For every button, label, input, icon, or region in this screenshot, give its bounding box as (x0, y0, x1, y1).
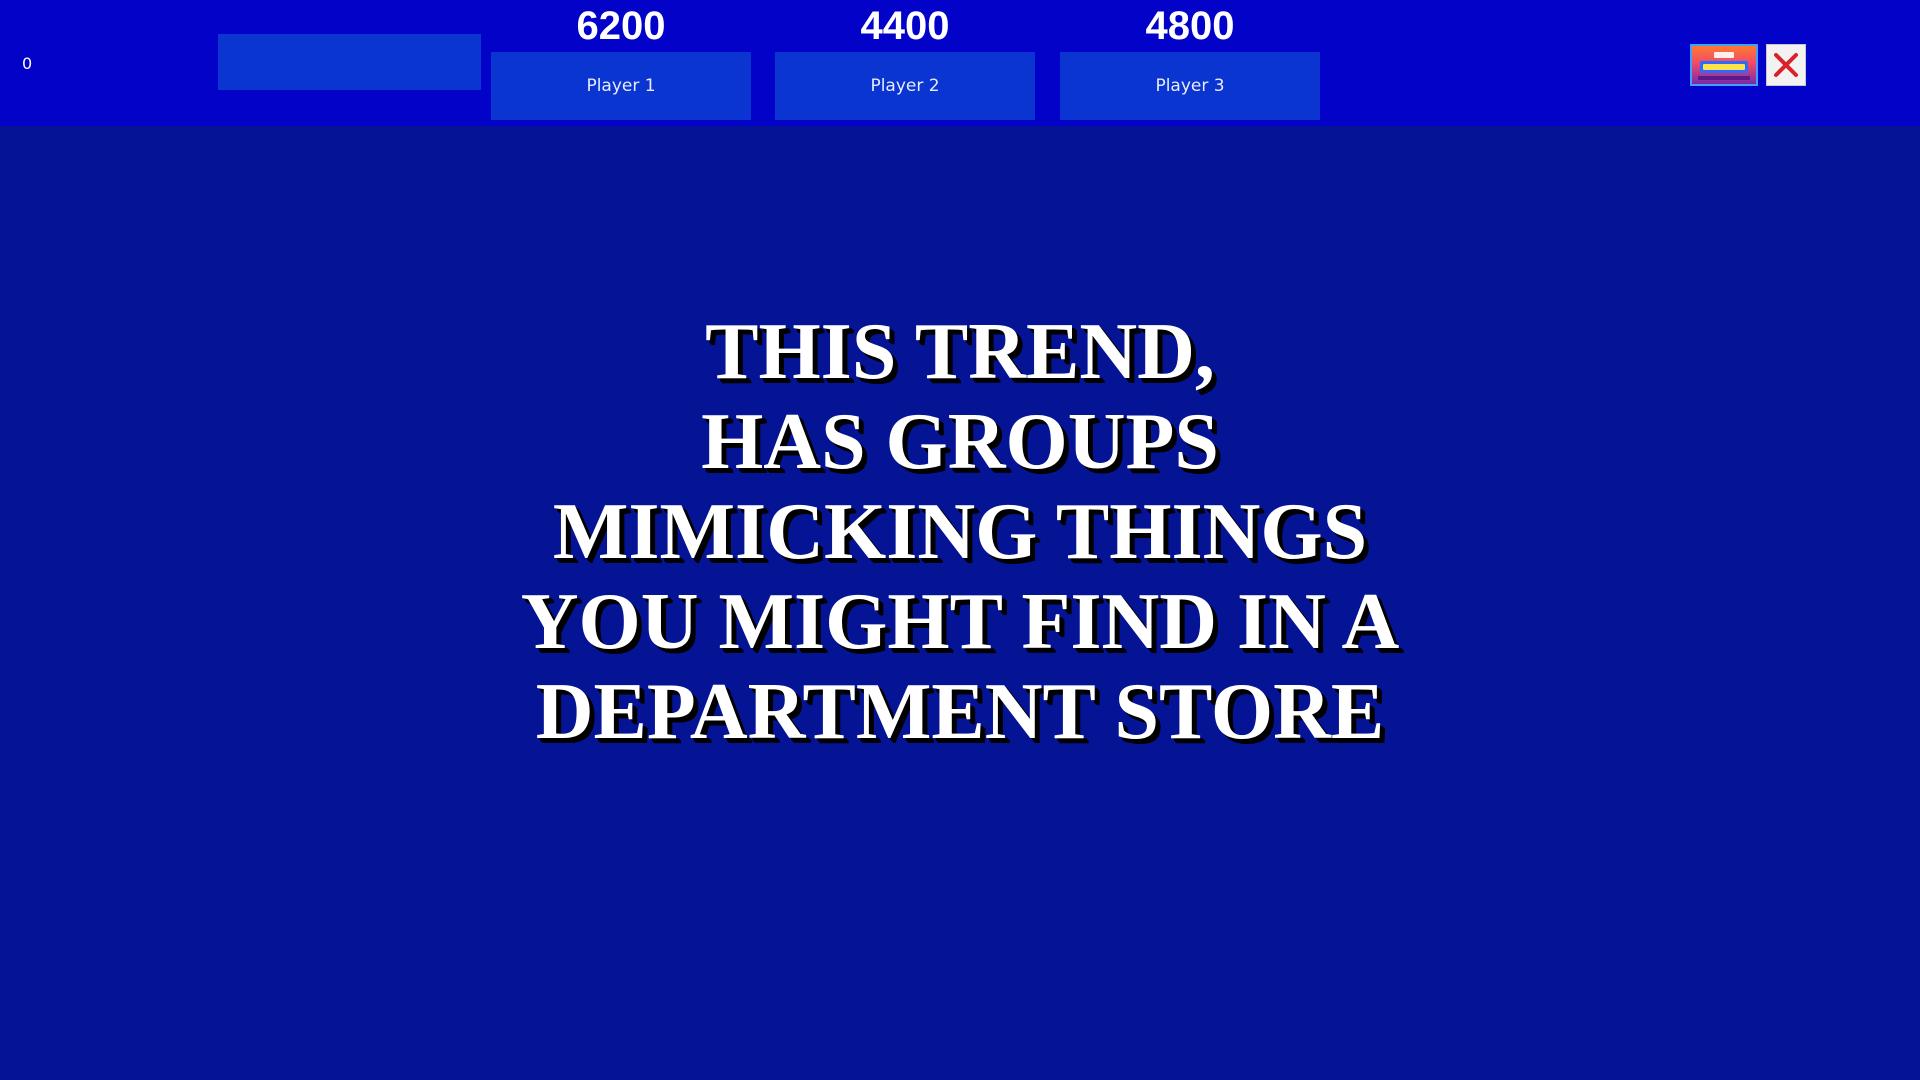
player-3-score: 4800 (1145, 4, 1235, 48)
player-1-button[interactable]: Player 1 (491, 52, 751, 120)
player-2-button[interactable]: Player 2 (775, 52, 1035, 120)
player-3-panel: 4800 Player 3 (1060, 0, 1320, 126)
clue-text: THIS TREND, HAS GROUPS MIMICKING THINGS … (420, 307, 1500, 757)
clue-line-2: HAS GROUPS (701, 398, 1219, 486)
player-3-button[interactable]: Player 3 (1060, 52, 1320, 120)
player-2-score: 4400 (860, 4, 950, 48)
blank-panel (218, 34, 481, 90)
close-x-icon (1774, 53, 1798, 77)
player-2-panel: 4400 Player 2 (775, 0, 1035, 126)
player-1-score: 6200 (576, 4, 666, 48)
clue-line-4: YOU MIGHT FIND IN A (520, 578, 1400, 666)
clue-line-1: THIS TREND, (705, 308, 1215, 396)
clue-line-3: MIMICKING THINGS (552, 488, 1368, 576)
final-jeopardy-button[interactable] (1690, 44, 1758, 86)
counter-label: 0 (22, 54, 33, 73)
top-bar: 0 6200 Player 1 4400 Player 2 4800 Playe… (0, 0, 1920, 126)
close-button[interactable] (1766, 44, 1806, 86)
final-jeopardy-logo-icon (1698, 52, 1750, 80)
clue-line-5: DEPARTMENT STORE (535, 668, 1385, 756)
player-1-panel: 6200 Player 1 (491, 0, 751, 126)
